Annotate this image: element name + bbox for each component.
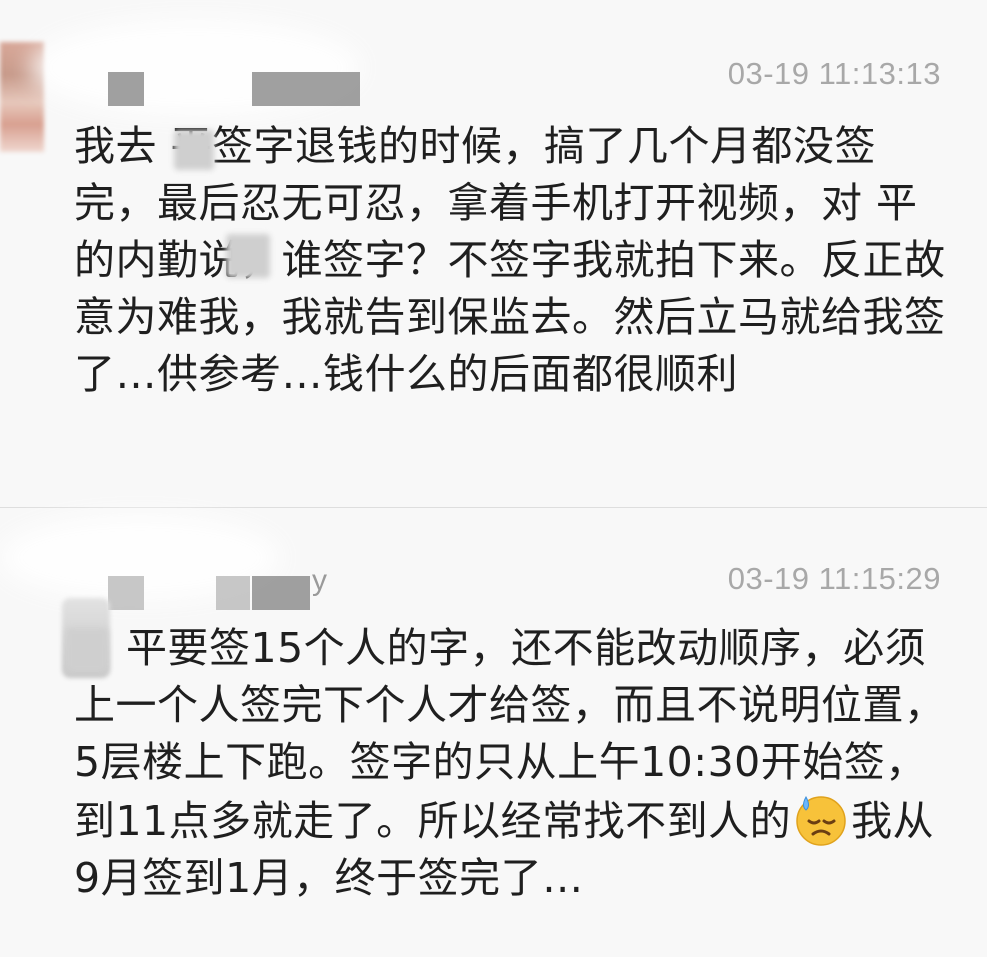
redacted-username — [252, 72, 360, 106]
sweat-face-emoji — [796, 795, 846, 846]
comment-text: 平要签15个人的字，还不能改动顺序，必须上一个人签完下个人才给签，而且不说明位置… — [74, 620, 949, 907]
redacted-username — [252, 576, 310, 610]
redacted-text — [174, 130, 214, 170]
comment-timestamp: 03-19 11:15:29 — [727, 561, 941, 596]
redacted-username — [108, 576, 144, 610]
redacted-username — [108, 72, 144, 106]
username-visible: y — [312, 564, 327, 597]
comment-timestamp: 03-19 11:13:13 — [727, 56, 941, 91]
comment-item[interactable]: 03-19 11:13:13 我去 平签字退钱的时候，搞了几个月都没签完，最后忍… — [0, 0, 987, 507]
redacted-text — [226, 234, 270, 278]
redacted-text — [66, 628, 108, 672]
redacted-username — [216, 576, 250, 610]
